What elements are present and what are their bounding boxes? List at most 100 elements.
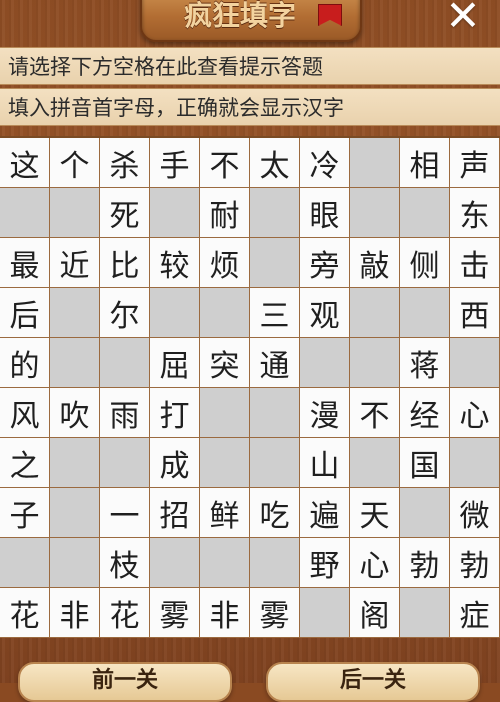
grid-cell[interactable]: 旁	[300, 238, 350, 288]
empty-cell[interactable]	[350, 138, 400, 188]
grid-cell[interactable]: 杀	[100, 138, 150, 188]
empty-cell[interactable]	[400, 488, 450, 538]
empty-cell[interactable]	[200, 538, 250, 588]
empty-cell[interactable]	[400, 288, 450, 338]
grid-cell[interactable]: 比	[100, 238, 150, 288]
empty-cell[interactable]	[250, 438, 300, 488]
grid-cell[interactable]: 吃	[250, 488, 300, 538]
empty-cell[interactable]	[300, 338, 350, 388]
grid-cell[interactable]: 经	[400, 388, 450, 438]
empty-cell[interactable]	[450, 438, 500, 488]
grid-cell[interactable]: 这	[0, 138, 50, 188]
grid-cell[interactable]: 天	[350, 488, 400, 538]
grid-cell[interactable]: 烦	[200, 238, 250, 288]
grid-cell[interactable]: 山	[300, 438, 350, 488]
empty-cell[interactable]	[400, 188, 450, 238]
grid-cell[interactable]: 个	[50, 138, 100, 188]
empty-cell[interactable]	[50, 438, 100, 488]
empty-cell[interactable]	[250, 238, 300, 288]
grid-cell[interactable]: 东	[450, 188, 500, 238]
grid-cell[interactable]: 手	[150, 138, 200, 188]
grid-cell[interactable]: 最	[0, 238, 50, 288]
empty-cell[interactable]	[250, 538, 300, 588]
grid-cell[interactable]: 屈	[150, 338, 200, 388]
empty-cell[interactable]	[50, 538, 100, 588]
grid-cell[interactable]: 漫	[300, 388, 350, 438]
empty-cell[interactable]	[50, 288, 100, 338]
empty-cell[interactable]	[0, 188, 50, 238]
grid-cell[interactable]: 较	[150, 238, 200, 288]
empty-cell[interactable]	[50, 488, 100, 538]
grid-cell[interactable]: 雾	[250, 588, 300, 638]
grid-cell[interactable]: 微	[450, 488, 500, 538]
grid-cell[interactable]: 子	[0, 488, 50, 538]
grid-cell[interactable]: 勃	[450, 538, 500, 588]
grid-cell[interactable]: 后	[0, 288, 50, 338]
empty-cell[interactable]	[100, 438, 150, 488]
next-level-button[interactable]: 后一关	[266, 662, 480, 702]
empty-cell[interactable]	[50, 338, 100, 388]
grid-cell[interactable]: 眼	[300, 188, 350, 238]
grid-cell[interactable]: 成	[150, 438, 200, 488]
grid-cell[interactable]: 国	[400, 438, 450, 488]
empty-cell[interactable]	[150, 538, 200, 588]
empty-cell[interactable]	[350, 288, 400, 338]
grid-cell[interactable]: 死	[100, 188, 150, 238]
prev-level-button[interactable]: 前一关	[18, 662, 232, 702]
empty-cell[interactable]	[250, 188, 300, 238]
grid-cell[interactable]: 花	[100, 588, 150, 638]
grid-cell[interactable]: 不	[200, 138, 250, 188]
grid-cell[interactable]: 的	[0, 338, 50, 388]
empty-cell[interactable]	[300, 588, 350, 638]
close-icon[interactable]: ✕	[437, 0, 489, 37]
grid-cell[interactable]: 冷	[300, 138, 350, 188]
grid-cell[interactable]: 一	[100, 488, 150, 538]
grid-cell[interactable]: 侧	[400, 238, 450, 288]
grid-cell[interactable]: 招	[150, 488, 200, 538]
grid-cell[interactable]: 勃	[400, 538, 450, 588]
grid-cell[interactable]: 尔	[100, 288, 150, 338]
grid-cell[interactable]: 相	[400, 138, 450, 188]
grid-cell[interactable]: 枝	[100, 538, 150, 588]
empty-cell[interactable]	[200, 388, 250, 438]
empty-cell[interactable]	[50, 188, 100, 238]
grid-cell[interactable]: 非	[50, 588, 100, 638]
grid-cell[interactable]: 敲	[350, 238, 400, 288]
grid-cell[interactable]: 野	[300, 538, 350, 588]
empty-cell[interactable]	[100, 338, 150, 388]
empty-cell[interactable]	[150, 288, 200, 338]
empty-cell[interactable]	[200, 438, 250, 488]
grid-cell[interactable]: 通	[250, 338, 300, 388]
grid-cell[interactable]: 吹	[50, 388, 100, 438]
grid-cell[interactable]: 突	[200, 338, 250, 388]
grid-cell[interactable]: 雨	[100, 388, 150, 438]
grid-cell[interactable]: 三	[250, 288, 300, 338]
empty-cell[interactable]	[450, 338, 500, 388]
grid-cell[interactable]: 心	[350, 538, 400, 588]
grid-cell[interactable]: 阁	[350, 588, 400, 638]
grid-cell[interactable]: 不	[350, 388, 400, 438]
empty-cell[interactable]	[150, 188, 200, 238]
empty-cell[interactable]	[400, 588, 450, 638]
empty-cell[interactable]	[350, 188, 400, 238]
grid-cell[interactable]: 风	[0, 388, 50, 438]
grid-cell[interactable]: 雾	[150, 588, 200, 638]
grid-cell[interactable]: 太	[250, 138, 300, 188]
grid-cell[interactable]: 花	[0, 588, 50, 638]
grid-cell[interactable]: 心	[450, 388, 500, 438]
grid-cell[interactable]: 遍	[300, 488, 350, 538]
empty-cell[interactable]	[350, 438, 400, 488]
grid-cell[interactable]: 蒋	[400, 338, 450, 388]
grid-cell[interactable]: 西	[450, 288, 500, 338]
grid-cell[interactable]: 声	[450, 138, 500, 188]
grid-cell[interactable]: 之	[0, 438, 50, 488]
grid-cell[interactable]: 近	[50, 238, 100, 288]
empty-cell[interactable]	[250, 388, 300, 438]
grid-cell[interactable]: 击	[450, 238, 500, 288]
grid-cell[interactable]: 症	[450, 588, 500, 638]
grid-cell[interactable]: 打	[150, 388, 200, 438]
grid-cell[interactable]: 观	[300, 288, 350, 338]
grid-cell[interactable]: 鲜	[200, 488, 250, 538]
empty-cell[interactable]	[350, 338, 400, 388]
empty-cell[interactable]	[200, 288, 250, 338]
